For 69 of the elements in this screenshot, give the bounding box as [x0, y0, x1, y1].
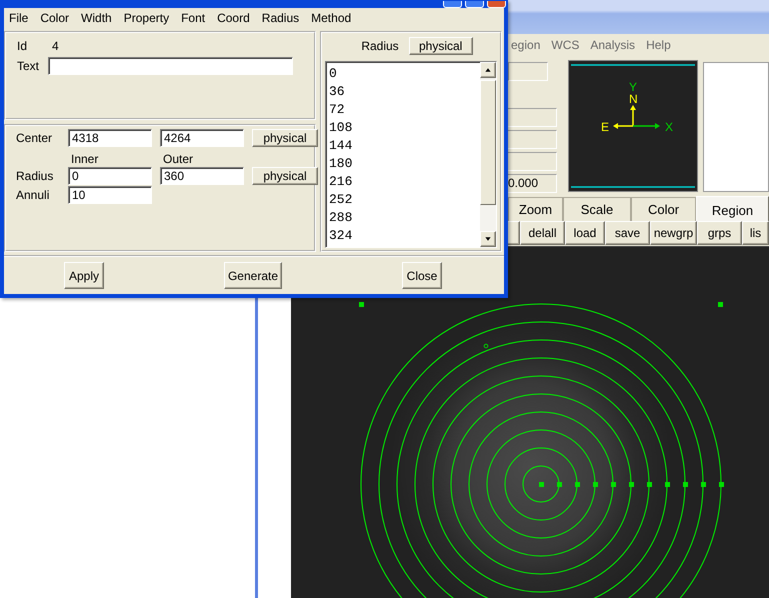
menu-item[interactable]: egion	[511, 38, 540, 52]
list-item[interactable]: 252	[329, 191, 480, 209]
close-button[interactable]	[487, 1, 506, 8]
compass-label: N	[629, 92, 638, 106]
id-value: 4	[52, 39, 59, 53]
list-item[interactable]: 0	[329, 65, 480, 83]
menu-item[interactable]: File	[9, 11, 28, 25]
scrollbar[interactable]	[480, 62, 496, 247]
text-field[interactable]	[48, 57, 293, 75]
minimize-button[interactable]	[443, 1, 462, 8]
list-item[interactable]: 216	[329, 173, 480, 191]
outer-radius-field[interactable]: 360	[160, 167, 244, 185]
toolbar-button[interactable]: delall	[520, 221, 565, 245]
list-item[interactable]: 72	[329, 101, 480, 119]
annuli-field[interactable]: 10	[68, 186, 152, 204]
list-item[interactable]: 180	[329, 155, 480, 173]
list-item[interactable]: 36	[329, 83, 480, 101]
field-label: Id	[17, 39, 28, 53]
radius-units-button[interactable]: physical	[408, 37, 473, 55]
inner-radius-field[interactable]: 0	[68, 167, 152, 185]
panner-image[interactable]: E N X Y	[568, 60, 698, 192]
menu-item[interactable]: Method	[311, 11, 352, 25]
coordinate-system-button[interactable]: physical	[252, 129, 318, 147]
center-y-field[interactable]: 4264	[160, 129, 244, 147]
list-item[interactable]: 144	[329, 137, 480, 155]
toolbar-button[interactable]: newgrp	[650, 221, 697, 245]
menu-item[interactable]: Radius	[262, 11, 300, 25]
compass-drawing	[613, 105, 660, 129]
image-canvas[interactable]	[291, 247, 769, 598]
tab[interactable]: Scale	[563, 197, 631, 221]
axis-label: Y	[629, 80, 638, 94]
toolbar-button[interactable]: load	[565, 221, 605, 245]
field-label: Center	[16, 131, 54, 145]
compass-label: E	[601, 120, 610, 134]
list-item[interactable]: 324	[329, 227, 480, 245]
info-field: 0.000	[505, 174, 557, 193]
column-heading: Inner	[70, 152, 100, 166]
dialog-button[interactable]: Apply	[64, 262, 104, 289]
maximize-button[interactable]	[465, 1, 484, 8]
menu-item[interactable]: Analysis	[590, 38, 636, 52]
tab[interactable]: Zoom	[508, 197, 563, 221]
field-label: Radius	[16, 169, 54, 183]
menu-item[interactable]: Coord	[217, 11, 250, 25]
tab[interactable]: Color	[631, 197, 696, 221]
axis-label: X	[665, 120, 674, 134]
toolbar-button[interactable]: grps	[697, 221, 742, 245]
radius-list[interactable]: 0 36 72 108 144 180 216 252 288 324	[325, 61, 497, 248]
menu-item[interactable]: Width	[81, 11, 112, 25]
field-label: Annuli	[16, 188, 50, 202]
menu-item[interactable]: WCS	[551, 38, 580, 52]
toolbar-button[interactable]: lis	[742, 221, 769, 245]
scroll-down-icon[interactable]	[480, 231, 496, 247]
menu-item[interactable]: Property	[124, 11, 170, 25]
dialog-button[interactable]: Close	[402, 262, 442, 289]
toolbar-button[interactable]: save	[605, 221, 650, 245]
radius-units-button[interactable]: physical	[252, 167, 318, 185]
menu-item[interactable]: Font	[181, 11, 206, 25]
tab[interactable]: Region	[696, 196, 769, 221]
scroll-up-icon[interactable]	[480, 62, 496, 78]
list-item[interactable]: 108	[329, 119, 480, 137]
field-label: Text	[17, 59, 40, 73]
list-heading: Radius	[361, 39, 399, 53]
center-x-field[interactable]: 4318	[68, 129, 152, 147]
menu-item[interactable]: Color	[40, 11, 70, 25]
list-item[interactable]: 288	[329, 209, 480, 227]
column-heading: Outer	[162, 152, 194, 166]
annulus-region-drawing[interactable]	[359, 302, 725, 598]
dialog-button[interactable]: Generate	[224, 262, 282, 289]
menu-item[interactable]: Help	[646, 38, 671, 52]
